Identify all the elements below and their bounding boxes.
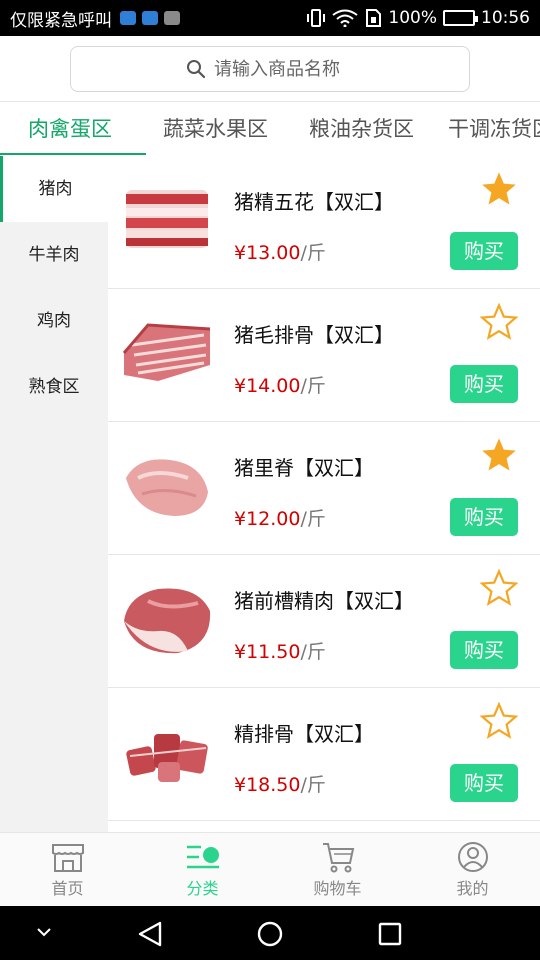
usb-icon	[142, 11, 158, 25]
recents-icon[interactable]	[377, 921, 403, 947]
sidebar-item-beef-lamb[interactable]: 牛羊肉	[0, 222, 108, 288]
sidebar-item-deli[interactable]: 熟食区	[0, 354, 108, 420]
carrier-text: 仅限紧急呼叫	[10, 10, 112, 31]
nav-category[interactable]: 分类	[135, 833, 270, 906]
favorite-star-filled-icon[interactable]	[480, 436, 518, 474]
search-icon	[187, 60, 206, 79]
favorite-star-filled-icon[interactable]	[480, 170, 518, 208]
nav-cart[interactable]: 购物车	[270, 833, 405, 906]
buy-button[interactable]: 购买	[450, 631, 518, 669]
price-unit: /斤	[300, 375, 326, 397]
tab-vegetables-fruit[interactable]: 蔬菜水果区	[163, 102, 268, 156]
product-name: 精排骨【双汇】	[234, 722, 374, 746]
search-input[interactable]	[214, 58, 354, 80]
sim-icon	[366, 9, 382, 27]
favorite-star-outline-icon[interactable]	[480, 569, 518, 607]
buy-button[interactable]: 购买	[450, 498, 518, 536]
product-name: 猪里脊【双汇】	[234, 456, 374, 480]
nav-label: 我的	[456, 878, 489, 898]
nav-label: 首页	[51, 878, 84, 898]
list-item[interactable]: 猪毛排骨【双汇】 ¥14.00/斤 购买	[108, 289, 540, 422]
product-image	[126, 190, 208, 248]
product-name: 猪前槽精肉【双汇】	[234, 589, 414, 613]
nav-home[interactable]: 首页	[0, 833, 135, 906]
tab-grain-oil-grocery[interactable]: 粮油杂货区	[309, 102, 414, 156]
favorite-star-outline-icon[interactable]	[480, 702, 518, 740]
battery-percent: 100%	[388, 8, 437, 28]
status-bar: 仅限紧急呼叫 100% 10:56	[0, 0, 540, 36]
price-value: ¥14.00	[234, 375, 301, 397]
active-tab-indicator	[0, 153, 146, 155]
sidebar-item-pork[interactable]: 猪肉	[0, 156, 108, 222]
product-price: ¥14.00/斤	[234, 371, 326, 398]
product-image	[122, 323, 211, 381]
price-unit: /斤	[300, 508, 326, 530]
price-unit: /斤	[300, 641, 326, 663]
list-item[interactable]: 猪里脊【双汇】 ¥12.00/斤 购买	[108, 422, 540, 555]
system-nav-bar	[0, 906, 540, 960]
category-tabs: 肉禽蛋区 蔬菜水果区 粮油杂货区 干调冻货区	[0, 102, 540, 156]
bottom-nav: 首页 分类 购物车 我的	[0, 832, 540, 906]
back-icon[interactable]	[136, 920, 164, 948]
chevron-down-icon[interactable]	[36, 926, 52, 938]
favorite-star-outline-icon[interactable]	[480, 303, 518, 341]
price-value: ¥13.00	[234, 242, 301, 264]
user-icon	[457, 841, 488, 872]
product-list: 猪精五花【双汇】 ¥13.00/斤 购买 猪毛排骨【双汇】 ¥14.00/斤 购…	[108, 156, 540, 832]
tab-dry-frozen[interactable]: 干调冻货区	[448, 102, 540, 156]
list-item[interactable]: 猪前槽精肉【双汇】 ¥11.50/斤 购买	[108, 555, 540, 688]
price-value: ¥18.50	[234, 774, 301, 796]
vibrate-icon	[307, 9, 326, 27]
list-item[interactable]: 精排骨【双汇】 ¥18.50/斤 购买	[108, 688, 540, 821]
category-icon	[186, 845, 219, 868]
search-box[interactable]	[70, 46, 470, 92]
price-value: ¥12.00	[234, 508, 301, 530]
nav-label: 购物车	[313, 878, 362, 898]
product-name: 猪精五花【双汇】	[234, 190, 394, 214]
price-unit: /斤	[300, 774, 326, 796]
buy-button[interactable]: 购买	[450, 232, 518, 270]
clock: 10:56	[481, 8, 530, 28]
sidebar-item-chicken[interactable]: 鸡肉	[0, 288, 108, 354]
tab-meat-poultry-egg[interactable]: 肉禽蛋区	[28, 102, 112, 156]
product-price: ¥11.50/斤	[234, 637, 326, 664]
product-price: ¥12.00/斤	[234, 504, 326, 531]
product-image	[126, 459, 208, 516]
buy-button[interactable]: 购买	[450, 764, 518, 802]
buy-button[interactable]: 购买	[450, 365, 518, 403]
store-icon	[51, 843, 84, 872]
battery-icon	[443, 10, 478, 26]
search-bar	[0, 36, 540, 102]
product-price: ¥13.00/斤	[234, 238, 326, 265]
nav-label: 分类	[186, 878, 219, 898]
wifi-icon	[332, 9, 358, 27]
product-price: ¥18.50/斤	[234, 770, 326, 797]
price-value: ¥11.50	[234, 641, 301, 663]
product-image	[124, 588, 211, 654]
notification-app-icon	[120, 11, 136, 25]
subcategory-sidebar: 猪肉 牛羊肉 鸡肉 熟食区	[0, 156, 108, 832]
cart-icon	[322, 842, 354, 872]
product-name: 猪毛排骨【双汇】	[234, 323, 394, 347]
image-notification-icon	[164, 11, 180, 25]
home-icon[interactable]	[256, 920, 284, 948]
product-image	[126, 734, 208, 782]
status-right: 100% 10:56	[306, 8, 530, 28]
list-item[interactable]: 猪精五花【双汇】 ¥13.00/斤 购买	[108, 156, 540, 289]
price-unit: /斤	[300, 242, 326, 264]
nav-profile[interactable]: 我的	[405, 833, 540, 906]
